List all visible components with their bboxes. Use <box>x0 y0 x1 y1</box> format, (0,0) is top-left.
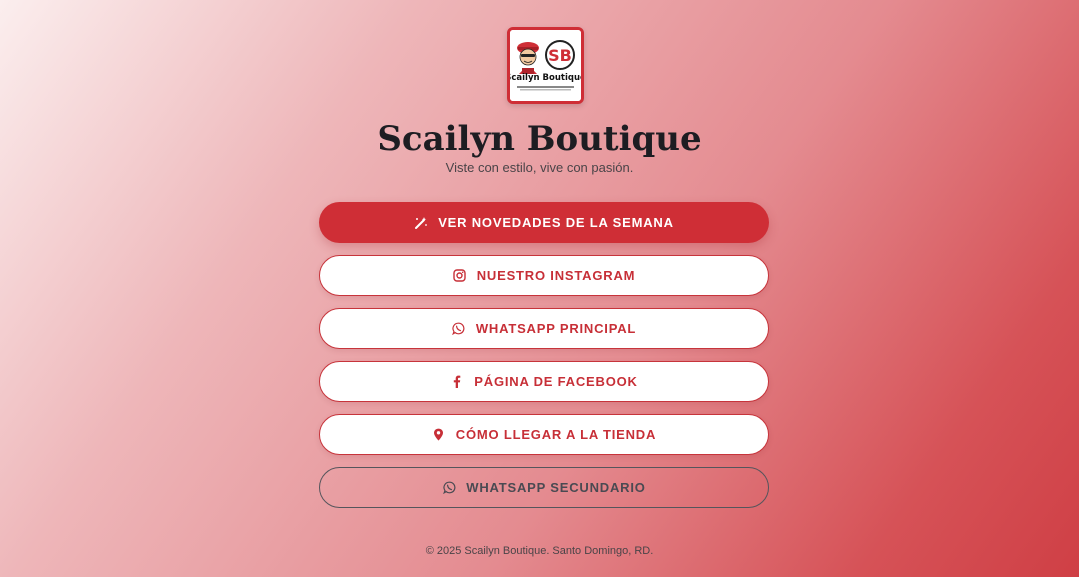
whatsapp-secundario-button[interactable]: WHATSAPP SECUNDARIO <box>319 467 769 508</box>
page-title: Scailyn Boutique <box>377 119 702 159</box>
footer-copyright: © 2025 Scailyn Boutique. Santo Domingo, … <box>425 545 654 557</box>
facebook-label: PÁGINA DE FACEBOOK <box>474 374 638 389</box>
tagline: Viste con estilo, vive con pasión. <box>445 160 634 175</box>
whatsapp-secundario-label: WHATSAPP SECUNDARIO <box>466 480 646 495</box>
logo-monogram: SB <box>548 46 572 65</box>
instagram-button[interactable]: NUESTRO INSTAGRAM <box>319 255 769 296</box>
facebook-icon <box>450 375 464 389</box>
brand-logo: SB Scailyn Boutique <box>507 27 584 104</box>
magic-wand-icon <box>414 216 428 230</box>
ver-novedades-label: VER NOVEDADES DE LA SEMANA <box>438 215 674 230</box>
como-llegar-button[interactable]: CÓMO LLEGAR A LA TIENDA <box>319 414 769 455</box>
whatsapp-icon <box>442 481 456 495</box>
logo-text: Scailyn Boutique <box>510 73 581 83</box>
como-llegar-label: CÓMO LLEGAR A LA TIENDA <box>455 427 657 442</box>
instagram-icon <box>453 269 467 283</box>
instagram-label: NUESTRO INSTAGRAM <box>476 268 636 283</box>
ver-novedades-button[interactable]: VER NOVEDADES DE LA SEMANA <box>319 202 769 243</box>
whatsapp-principal-button[interactable]: WHATSAPP PRINCIPAL <box>319 308 769 349</box>
facebook-button[interactable]: PÁGINA DE FACEBOOK <box>319 361 769 402</box>
whatsapp-icon <box>452 322 466 336</box>
page: SB Scailyn Boutique Scailyn Boutique Vis… <box>0 0 1079 577</box>
map-pin-icon <box>432 428 446 442</box>
whatsapp-principal-label: WHATSAPP PRINCIPAL <box>475 321 637 336</box>
